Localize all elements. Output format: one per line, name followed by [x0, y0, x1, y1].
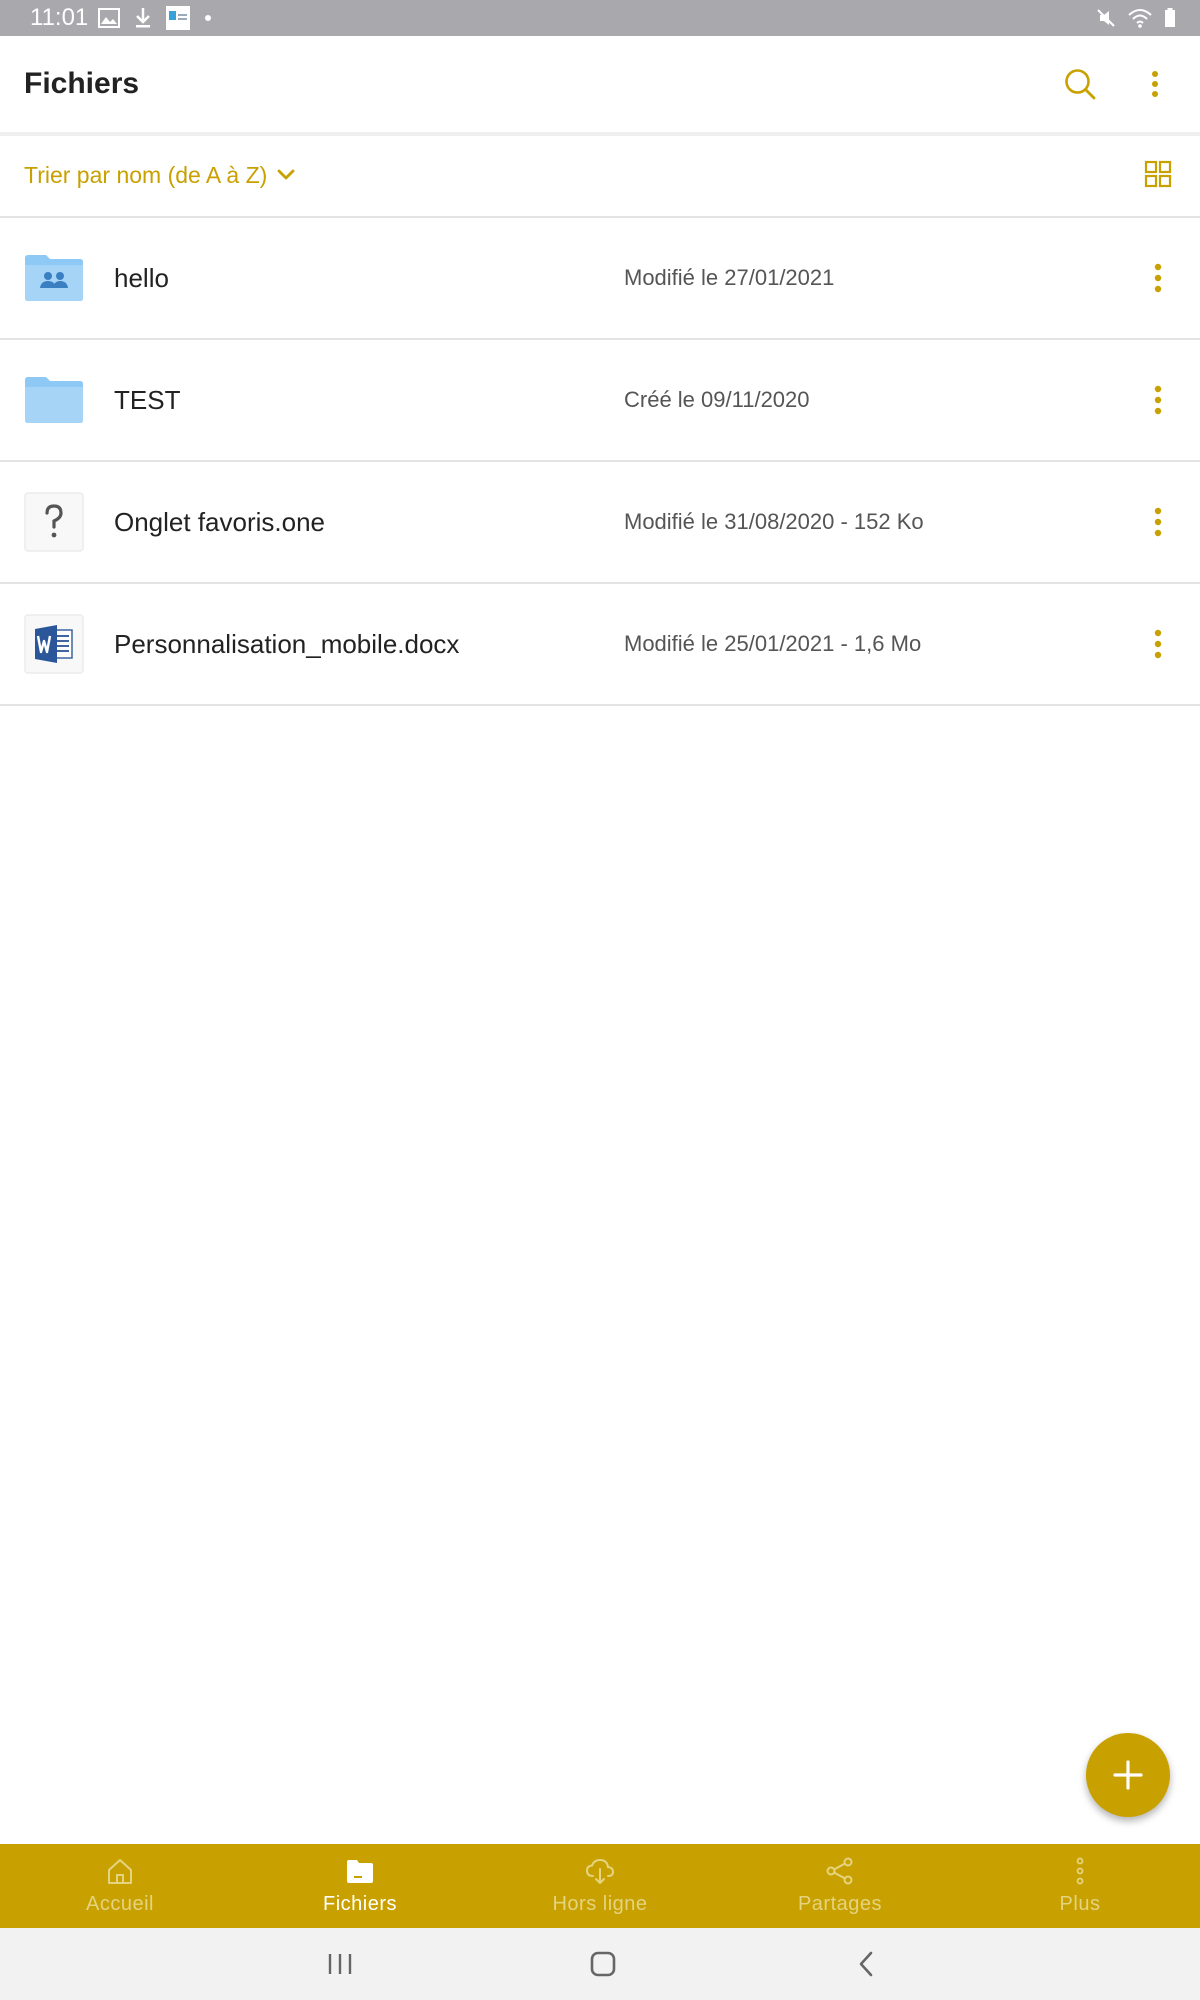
back-icon	[859, 1951, 873, 1977]
nav-label: Plus	[1059, 1893, 1101, 1915]
word-document-icon	[24, 614, 84, 674]
list-item[interactable]: Personnalisation_mobile.docx Modifié le …	[0, 584, 1200, 706]
notification-icons	[98, 6, 212, 30]
unknown-file-icon	[24, 492, 84, 552]
dot-icon	[204, 14, 212, 22]
image-icon	[98, 8, 120, 28]
list-item[interactable]: Onglet favoris.one Modifié le 31/08/2020…	[0, 462, 1200, 584]
folder-icon	[24, 370, 84, 430]
item-options-button[interactable]	[1142, 500, 1174, 544]
plus-icon	[1113, 1760, 1143, 1790]
nav-item-hors-ligne[interactable]: Hors ligne	[480, 1844, 720, 1928]
app-bar: Fichiers	[0, 36, 1200, 136]
recents-button[interactable]	[322, 1946, 358, 1982]
home-circle-icon	[590, 1951, 616, 1977]
nav-label: Partages	[797, 1893, 883, 1915]
sort-label: Trier par nom (de A à Z)	[24, 162, 268, 188]
search-icon	[1065, 69, 1096, 100]
cloud-download-icon	[585, 1858, 615, 1884]
sort-bar: Trier par nom (de A à Z)	[0, 136, 1200, 218]
download-icon	[134, 7, 152, 29]
file-meta: Créé le 09/11/2020	[624, 387, 810, 412]
home-icon	[108, 1859, 132, 1884]
nav-item-fichiers[interactable]: Fichiers	[240, 1844, 480, 1928]
add-button[interactable]	[1086, 1733, 1170, 1817]
item-options-button[interactable]	[1142, 256, 1174, 300]
home-button[interactable]	[585, 1946, 621, 1982]
nav-item-accueil[interactable]: Accueil	[0, 1844, 240, 1928]
share-icon	[826, 1857, 853, 1885]
search-button[interactable]	[1058, 62, 1102, 106]
nav-label: Fichiers	[322, 1893, 397, 1915]
file-meta: Modifié le 27/01/2021	[624, 265, 835, 290]
more-vertical-icon	[1154, 385, 1162, 415]
sort-dropdown[interactable]: Trier par nom (de A à Z)	[24, 160, 295, 190]
recents-icon	[328, 1954, 352, 1974]
item-options-button[interactable]	[1142, 622, 1174, 666]
grid-view-icon	[1144, 160, 1172, 188]
file-name: hello	[114, 263, 169, 293]
nav-label: Accueil	[86, 1893, 154, 1915]
battery-icon	[1164, 8, 1176, 28]
file-meta: Modifié le 31/08/2020 - 152 Ko	[624, 509, 924, 534]
more-vertical-icon	[1152, 71, 1158, 97]
nav-label: Hors ligne	[552, 1893, 648, 1915]
page-title: Fichiers	[24, 67, 140, 100]
system-navigation-bar	[0, 1928, 1200, 2000]
nav-item-plus[interactable]: Plus	[960, 1844, 1200, 1928]
more-vertical-icon	[1076, 1857, 1084, 1885]
more-vertical-icon	[1154, 263, 1162, 293]
file-meta: Modifié le 25/01/2021 - 1,6 Mo	[624, 631, 922, 656]
list-item[interactable]: hello Modifié le 27/01/2021	[0, 218, 1200, 340]
item-options-button[interactable]	[1142, 378, 1174, 422]
file-name: Personnalisation_mobile.docx	[114, 629, 460, 659]
file-name: TEST	[114, 385, 181, 415]
status-bar: 11:01	[0, 0, 1200, 36]
list-item[interactable]: TEST Créé le 09/11/2020	[0, 340, 1200, 462]
wifi-icon	[1128, 8, 1152, 28]
more-vertical-icon	[1154, 629, 1162, 659]
grid-view-button[interactable]	[1144, 160, 1172, 188]
back-button[interactable]	[848, 1946, 884, 1982]
shared-folder-icon	[24, 248, 84, 308]
file-list: hello Modifié le 27/01/2021 TEST Créé le…	[0, 218, 1200, 706]
status-time: 11:01	[30, 4, 89, 31]
more-vertical-icon	[1154, 507, 1162, 537]
folder-icon	[347, 1860, 373, 1883]
system-status-icons	[1096, 6, 1176, 30]
file-name: Onglet favoris.one	[114, 507, 326, 537]
more-options-button[interactable]	[1133, 62, 1177, 106]
mute-icon	[1096, 8, 1116, 28]
chevron-down-icon	[277, 169, 295, 180]
nav-item-partages[interactable]: Partages	[720, 1844, 960, 1928]
document-notification-icon	[166, 6, 190, 30]
bottom-navigation: Accueil Fichiers Hors ligne Partages Plu…	[0, 1844, 1200, 1928]
